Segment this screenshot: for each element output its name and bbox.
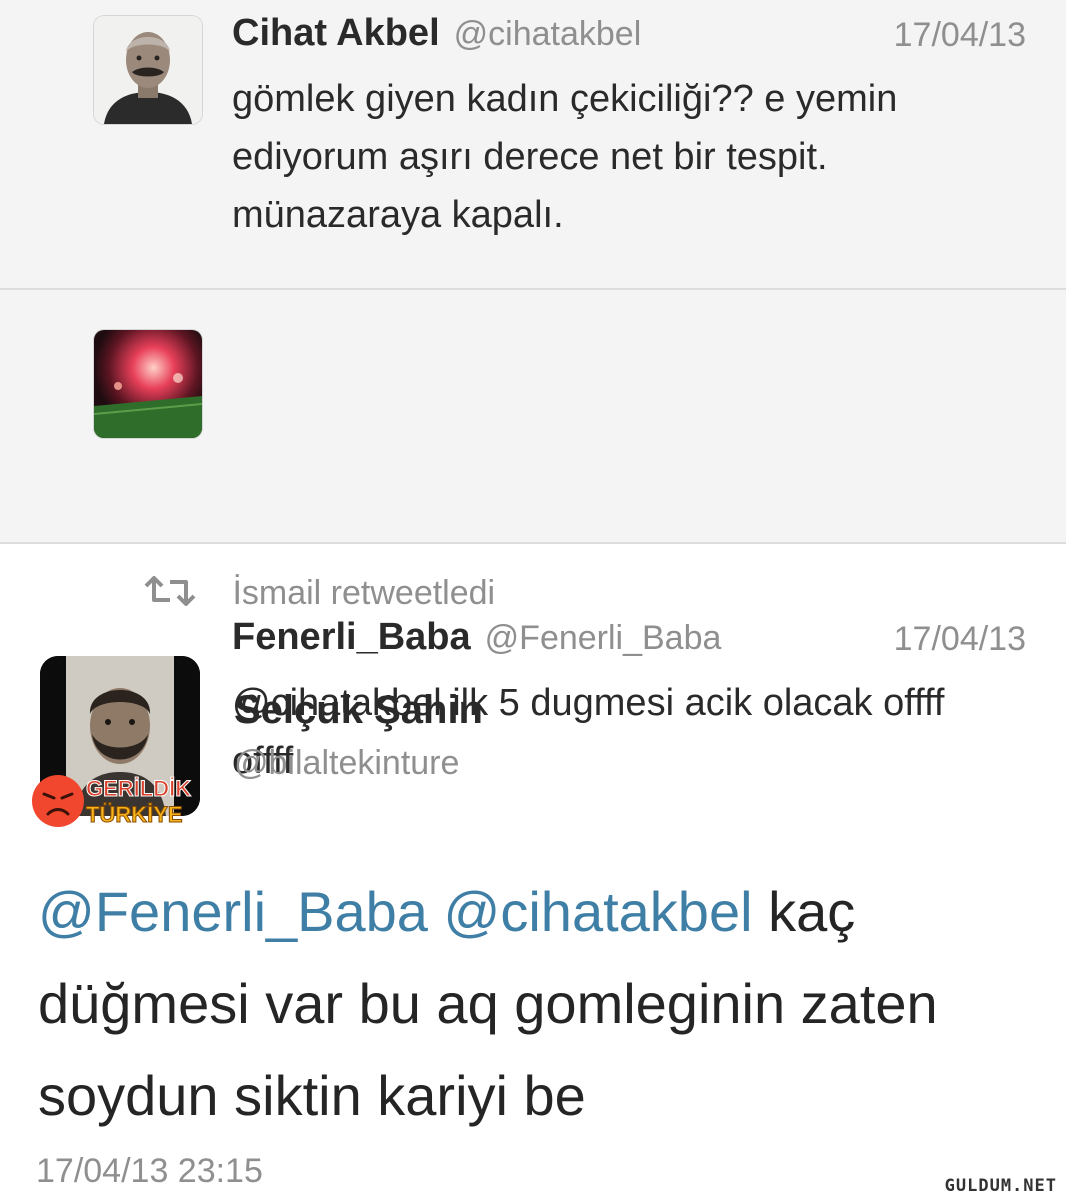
svg-text:GERİLDİK: GERİLDİK (86, 776, 191, 801)
site-watermark: GULDUM.NET (941, 1176, 1060, 1196)
tweet-text: gömlek giyen kadın çekiciliği?? e yemin … (232, 78, 898, 236)
tweet-date: 17/04/13 (893, 16, 1026, 54)
mention-link[interactable]: @cihatakbel (444, 880, 753, 943)
retweet-indicator: İsmail retweetledi (140, 574, 495, 624)
avatar[interactable] (94, 16, 202, 124)
mention-link[interactable]: @Fenerli_Baba (38, 880, 428, 943)
retweet-icon (140, 574, 204, 613)
user-handle[interactable]: @bilaltekinture (234, 744, 459, 783)
tweet-header: Cihat Akbel @cihatakbel 17/04/13 (232, 12, 1026, 62)
user-handle[interactable]: @cihatakbel (454, 15, 642, 53)
main-tweet-text: @Fenerli_Baba @cihatakbel kaç düğmesi va… (38, 866, 1048, 1142)
profile-photo-icon (94, 330, 202, 438)
tweet-date: 17/04/13 (893, 620, 1026, 658)
display-name[interactable]: Selçuk Şahin (234, 688, 483, 733)
logo: GERİLDİK TÜRKİYE (24, 770, 214, 832)
profile-photo-icon (94, 16, 202, 124)
angry-face-logo-icon: GERİLDİK TÜRKİYE (32, 775, 192, 828)
thread-tweet-cihat[interactable]: Cihat Akbel @cihatakbel 17/04/13 gömlek g… (0, 0, 1066, 290)
tweet-timestamp: 17/04/13 23:15 (36, 1152, 263, 1190)
display-name[interactable]: Cihat Akbel (232, 12, 440, 54)
svg-text:TÜRKİYE: TÜRKİYE (86, 802, 183, 827)
avatar[interactable] (94, 330, 202, 438)
user-handle[interactable]: @Fenerli_Baba (485, 619, 722, 657)
retweet-label: İsmail retweetledi (232, 574, 496, 612)
